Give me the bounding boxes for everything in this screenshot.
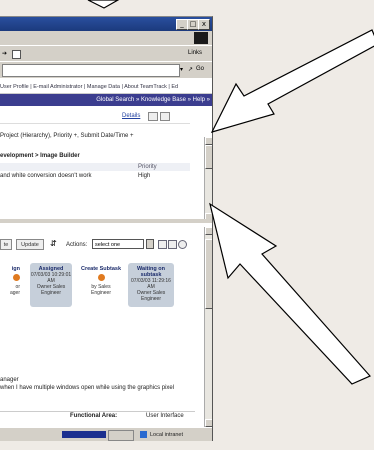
callout-arrow-top-icon <box>210 29 374 133</box>
callout-arrow-top-left-icon <box>87 0 120 9</box>
callout-arrow-bottom-icon <box>209 202 371 385</box>
callout-arrows <box>87 0 374 385</box>
